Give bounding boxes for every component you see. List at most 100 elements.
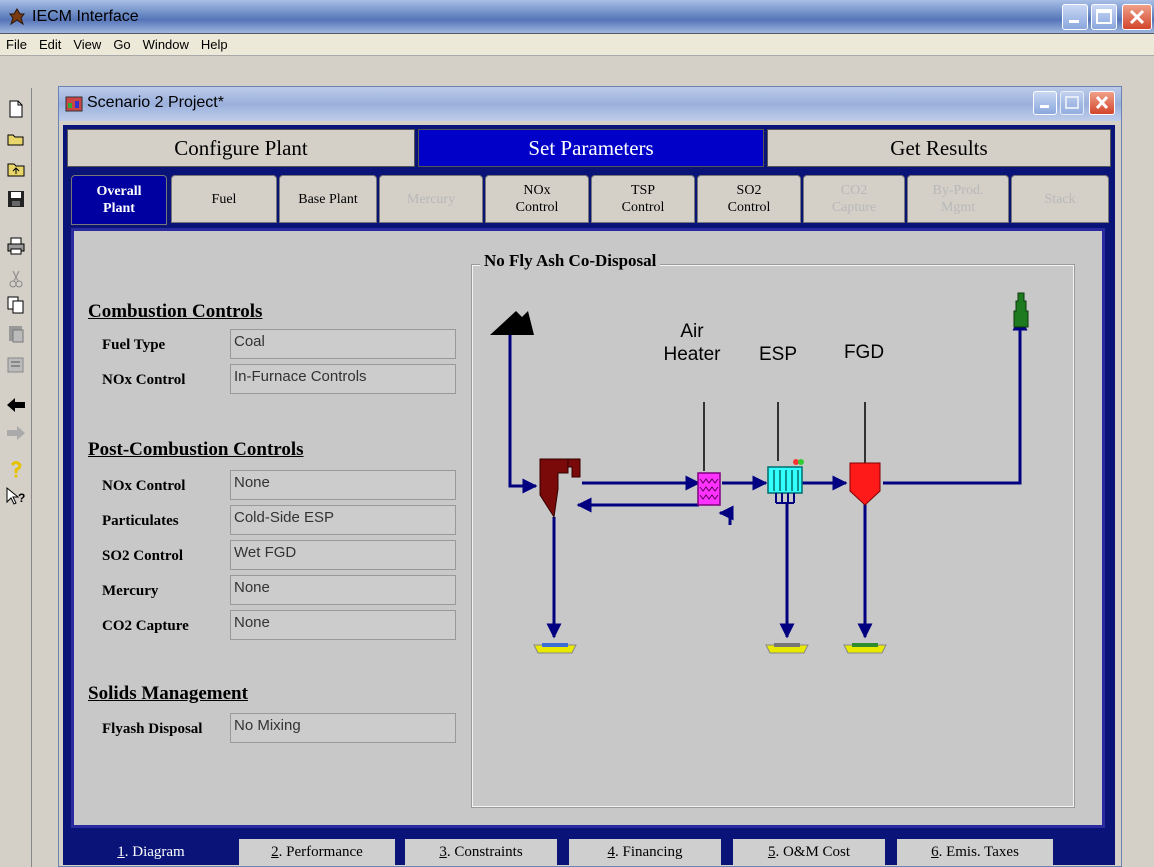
save-icon[interactable] bbox=[5, 188, 27, 210]
particulates-label: Particulates bbox=[102, 513, 179, 529]
tab-label: . O&M Cost bbox=[775, 844, 851, 860]
tab-financing[interactable]: 4. Financing bbox=[569, 839, 721, 865]
menu-help[interactable]: Help bbox=[195, 34, 234, 52]
bottom-ash-pit-icon bbox=[533, 643, 577, 654]
properties-icon[interactable] bbox=[5, 354, 27, 376]
subtab-label-line1: SO2 bbox=[736, 183, 762, 198]
co2-capture-value: None bbox=[230, 610, 456, 640]
maximize-icon bbox=[1096, 9, 1112, 24]
esp-icon bbox=[767, 459, 804, 504]
subtab-mercury[interactable]: Mercury bbox=[379, 175, 483, 223]
print-icon[interactable] bbox=[5, 235, 27, 257]
project-title: Scenario 2 Project* bbox=[87, 94, 224, 111]
tab-key: 6 bbox=[931, 844, 939, 860]
copy-icon[interactable] bbox=[5, 294, 27, 316]
co2-capture-label: CO2 Capture bbox=[102, 618, 189, 634]
project-body: Configure Plant Set Parameters Get Resul… bbox=[63, 125, 1115, 865]
tab-get-results[interactable]: Get Results bbox=[767, 129, 1111, 167]
close-button[interactable] bbox=[1122, 4, 1152, 30]
subtab-label: Mercury bbox=[406, 191, 456, 207]
subtab-label-line1: TSP bbox=[630, 183, 656, 198]
solids-management-heading: Solids Management bbox=[88, 683, 248, 704]
subtab-stack[interactable]: Stack bbox=[1011, 175, 1109, 223]
subtab-label-line1: CO2 bbox=[840, 183, 868, 198]
fgd-solids-pit-icon bbox=[843, 643, 887, 654]
subtab-label: Fuel bbox=[211, 191, 237, 207]
back-icon[interactable] bbox=[5, 394, 27, 416]
tab-key: 2 bbox=[271, 844, 279, 860]
menu-window[interactable]: Window bbox=[137, 34, 195, 52]
particulates-value: Cold-Side ESP bbox=[230, 505, 456, 535]
forward-icon[interactable] bbox=[5, 422, 27, 444]
project-maximize-button[interactable] bbox=[1060, 91, 1084, 115]
menu-edit[interactable]: Edit bbox=[33, 34, 67, 52]
tab-diagram[interactable]: 1. Diagram bbox=[75, 839, 227, 865]
fgd-icon bbox=[849, 462, 881, 506]
mercury-label: Mercury bbox=[102, 583, 159, 599]
maximize-button[interactable] bbox=[1091, 4, 1117, 30]
fgd-label: FGD bbox=[843, 342, 885, 363]
subtab-so2-control[interactable]: SO2 Control bbox=[697, 175, 801, 223]
tab-configure-plant[interactable]: Configure Plant bbox=[67, 129, 415, 167]
minimize-icon bbox=[1040, 105, 1049, 108]
project-icon bbox=[65, 96, 83, 112]
overall-plant-panel: Combustion Controls Fuel Type Coal NOx C… bbox=[71, 228, 1105, 828]
project-minimize-button[interactable] bbox=[1033, 91, 1057, 115]
coal-feed-line bbox=[508, 327, 538, 494]
air-heater-label-line1: Air bbox=[680, 321, 704, 342]
air-heater-label-line2: Heater bbox=[663, 344, 721, 365]
close-icon bbox=[1129, 9, 1145, 25]
menu-bar: File Edit View Go Window Help bbox=[0, 34, 1154, 56]
close-icon bbox=[1095, 95, 1109, 110]
new-icon[interactable] bbox=[5, 98, 27, 120]
subtab-base-plant[interactable]: Base Plant bbox=[279, 175, 377, 223]
tab-constraints[interactable]: 3. Constraints bbox=[405, 839, 557, 865]
cut-icon[interactable] bbox=[5, 268, 27, 290]
up-folder-icon[interactable] bbox=[5, 158, 27, 180]
post-combustion-controls-heading: Post-Combustion Controls bbox=[88, 439, 304, 460]
tab-key: 4 bbox=[607, 844, 616, 860]
subtab-label-line1: NOx bbox=[523, 183, 551, 198]
context-help-icon[interactable]: ? bbox=[5, 486, 27, 508]
subtab-label-line2: Control bbox=[727, 200, 771, 215]
nox-control-label: NOx Control bbox=[102, 372, 186, 388]
flue-gas-line-4 bbox=[883, 315, 1028, 485]
tab-label: . Constraints bbox=[446, 844, 523, 860]
tab-label: . Emis. Taxes bbox=[938, 844, 1019, 860]
so2-control-value: Wet FGD bbox=[230, 540, 456, 570]
tab-set-parameters[interactable]: Set Parameters bbox=[418, 129, 764, 167]
project-title-bar[interactable]: Scenario 2 Project* bbox=[59, 87, 1121, 121]
project-window: Scenario 2 Project* Configure Plant Set … bbox=[58, 86, 1122, 867]
air-heater-label: Air Heater bbox=[662, 320, 722, 366]
open-icon[interactable] bbox=[5, 128, 27, 150]
nox-control-value: In-Furnace Controls bbox=[230, 364, 456, 394]
tab-key: 1 bbox=[117, 844, 125, 860]
svg-text:?: ? bbox=[18, 491, 25, 505]
paste-icon[interactable] bbox=[5, 322, 27, 344]
menu-view[interactable]: View bbox=[67, 34, 107, 52]
menu-file[interactable]: File bbox=[0, 34, 33, 52]
combustion-controls-heading: Combustion Controls bbox=[88, 301, 263, 322]
left-toolbar: ? bbox=[0, 88, 32, 867]
menu-go[interactable]: Go bbox=[107, 34, 136, 52]
combustion-air-line bbox=[718, 505, 734, 525]
subtab-overall-plant[interactable]: Overall Plant bbox=[71, 175, 167, 225]
subtab-nox-control[interactable]: NOx Control bbox=[485, 175, 589, 223]
tab-performance[interactable]: 2. Performance bbox=[239, 839, 395, 865]
subtab-label-line2: Mgmt bbox=[940, 200, 976, 215]
tab-label: . Performance bbox=[278, 844, 363, 860]
subtab-label-line2: Plant bbox=[103, 201, 135, 216]
subtab-fuel[interactable]: Fuel bbox=[171, 175, 277, 223]
minimize-button[interactable] bbox=[1062, 4, 1088, 30]
subtab-label-line2: Control bbox=[621, 200, 665, 215]
app-title-bar[interactable]: IECM Interface bbox=[0, 0, 1154, 34]
tab-emis-taxes[interactable]: 6. Emis. Taxes bbox=[897, 839, 1053, 865]
subtab-co2-capture[interactable]: CO2 Capture bbox=[803, 175, 905, 223]
air-heater-icon bbox=[697, 472, 721, 506]
tab-om-cost[interactable]: 5. O&M Cost bbox=[733, 839, 885, 865]
help-icon[interactable] bbox=[5, 458, 27, 480]
subtab-tsp-control[interactable]: TSP Control bbox=[591, 175, 695, 223]
tab-label: . Financing bbox=[615, 844, 683, 860]
project-close-button[interactable] bbox=[1089, 91, 1115, 115]
subtab-by-product-mgmt[interactable]: By-Prod. Mgmt bbox=[907, 175, 1009, 223]
